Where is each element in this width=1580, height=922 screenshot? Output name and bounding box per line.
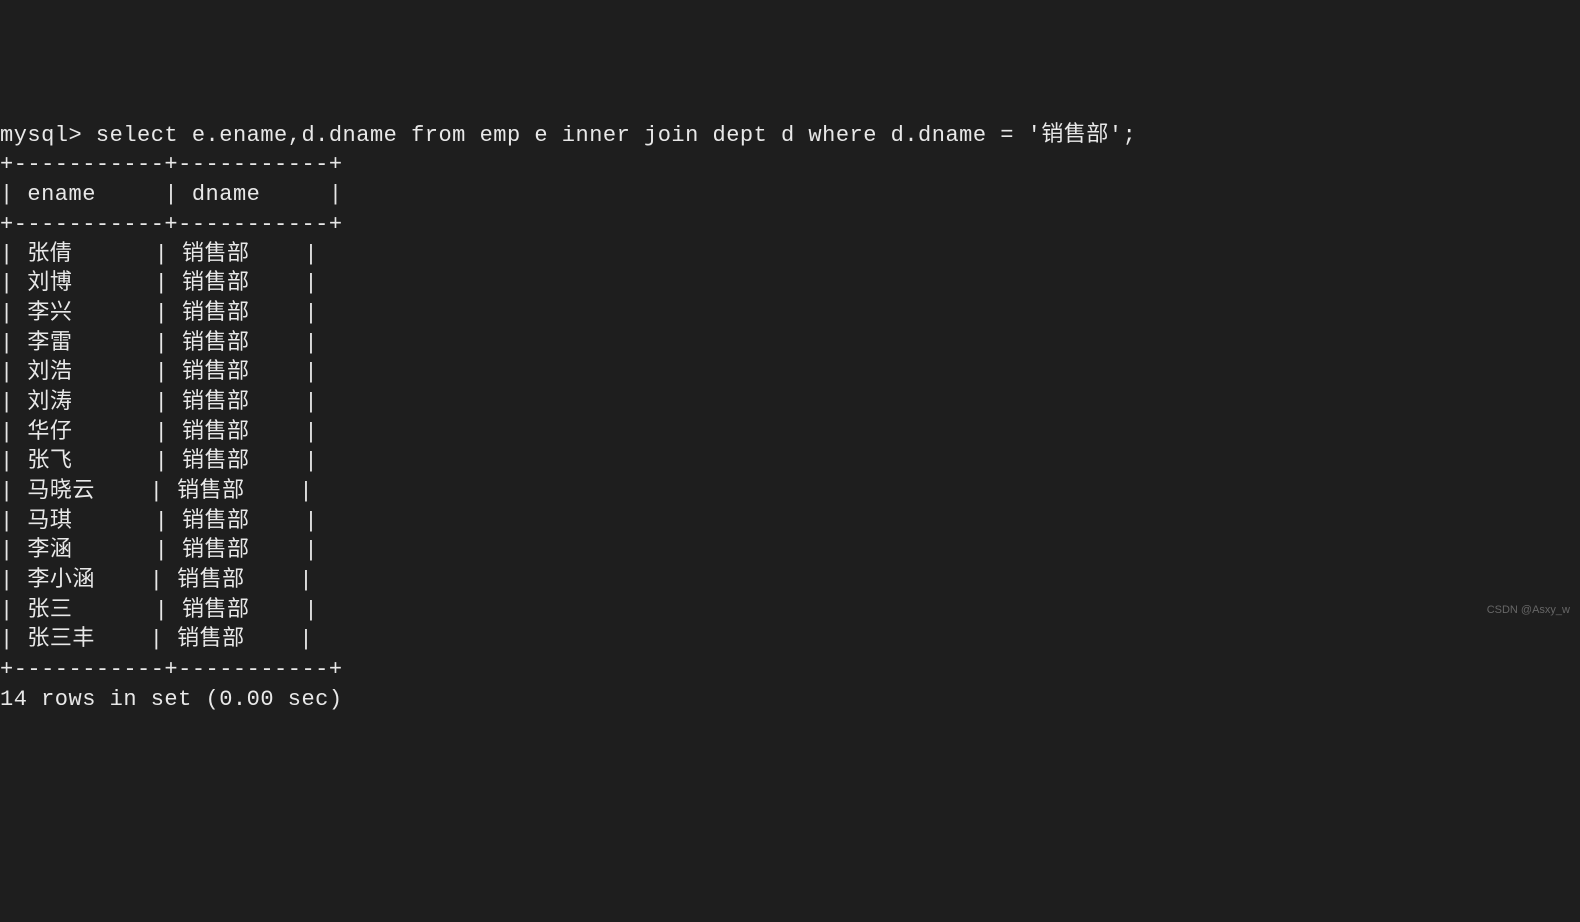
sql-query: select e.ename,d.dname from emp e inner … <box>96 123 1136 148</box>
terminal-output[interactable]: mysql> select e.ename,d.dname from emp e… <box>0 121 1580 715</box>
column-header-ename: ename <box>27 182 96 207</box>
table-separator-bottom: +-----------+-----------+ <box>0 657 343 682</box>
column-header-dname: dname <box>192 182 261 207</box>
table-body: | 张倩 | 销售部 | | 刘博 | 销售部 | | 李兴 | 销售部 | |… <box>0 240 1580 656</box>
mysql-prompt: mysql> <box>0 123 96 148</box>
result-footer: 14 rows in set (0.00 sec) <box>0 687 343 712</box>
table-header-row: | ename | dname | <box>0 182 343 207</box>
table-separator-mid: +-----------+-----------+ <box>0 212 343 237</box>
watermark: CSDN @Asxy_w <box>1487 603 1570 618</box>
table-separator-top: +-----------+-----------+ <box>0 152 343 177</box>
